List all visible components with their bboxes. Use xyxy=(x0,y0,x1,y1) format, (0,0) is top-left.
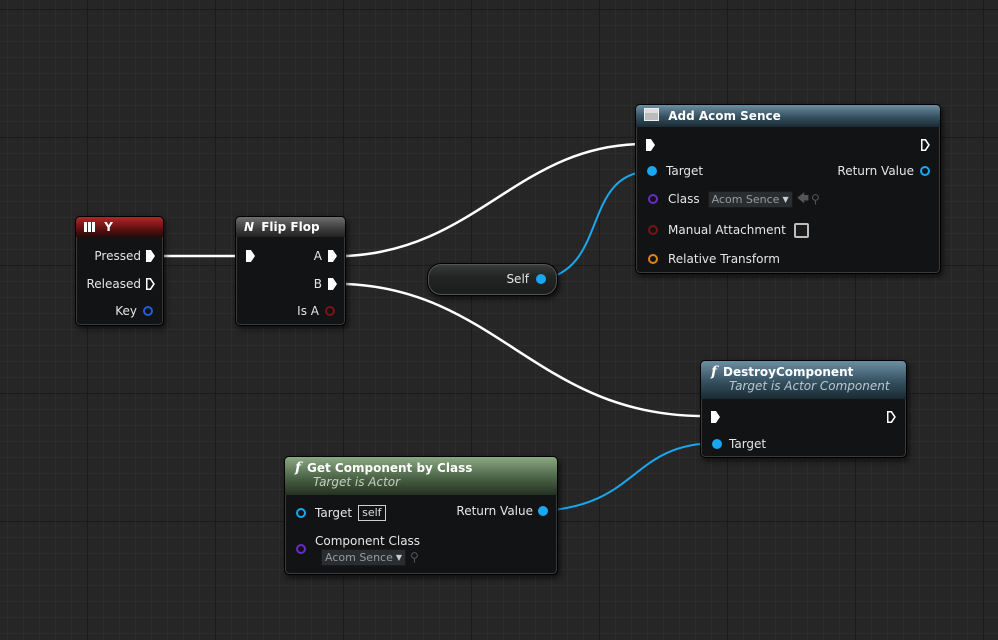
wire-getcomp-destroy-target xyxy=(541,442,717,512)
add-acom-sence-node[interactable]: Add Acom Sence Target Return Value Class… xyxy=(635,104,941,274)
destroy-component-title: DestroyComponent xyxy=(723,365,854,379)
getcomp-target-self-box[interactable]: self xyxy=(358,505,386,521)
chevron-down-icon: ▼ xyxy=(782,194,789,204)
getcomp-return-label: Return Value xyxy=(456,504,533,518)
get-component-title: Get Component by Class xyxy=(307,461,473,475)
destroy-target-label: Target xyxy=(729,437,767,451)
add-acom-class-value: Acom Sence xyxy=(711,192,780,206)
b-pin-row[interactable]: B xyxy=(314,275,337,293)
use-selected-arrow-icon[interactable]: 🡄 xyxy=(797,189,809,210)
getcomp-target-pin[interactable] xyxy=(296,508,306,518)
manual-attachment-checkbox[interactable] xyxy=(793,222,809,238)
input-key-y-node[interactable]: Y Pressed Released Key xyxy=(75,216,164,326)
get-component-subtitle: Target is Actor xyxy=(313,475,401,489)
b-exec-pin[interactable] xyxy=(328,278,337,290)
add-acom-target-label: Target xyxy=(666,164,704,178)
getcomp-target-row[interactable]: Target self xyxy=(296,504,386,522)
destroy-exec-out-pin[interactable] xyxy=(887,411,896,423)
a-label: A xyxy=(313,249,322,263)
flipflop-icon: N xyxy=(244,220,255,234)
is-a-pin[interactable] xyxy=(325,306,335,316)
pressed-pin-row[interactable]: Pressed xyxy=(94,247,155,265)
add-acom-exec-out-pin[interactable] xyxy=(921,139,930,151)
getcomp-class-value: Acom Sence xyxy=(325,550,393,564)
function-icon: f xyxy=(711,364,718,380)
add-acom-sence-header[interactable]: Add Acom Sence xyxy=(636,105,940,127)
getcomp-class-dropdown[interactable]: Acom Sence ▼ xyxy=(321,548,407,566)
add-acom-class-label: Class xyxy=(668,192,700,206)
key-pin-row[interactable]: Key xyxy=(115,302,153,320)
pressed-exec-pin[interactable] xyxy=(146,250,155,262)
add-acom-sence-title: Add Acom Sence xyxy=(668,109,781,123)
getcomp-return-row[interactable]: Return Value xyxy=(456,502,547,520)
destroy-component-header[interactable]: f DestroyComponent Target is Actor Compon… xyxy=(701,361,906,399)
add-acom-return-pin[interactable] xyxy=(920,166,930,176)
flip-flop-header[interactable]: N Flip Flop xyxy=(236,217,345,237)
add-acom-target-pin[interactable] xyxy=(648,167,656,175)
exec-wire-b-destroy xyxy=(345,282,713,418)
destroy-exec-out-row[interactable] xyxy=(887,408,896,426)
flip-flop-title: Flip Flop xyxy=(261,220,320,234)
input-key-y-header[interactable]: Y xyxy=(76,217,163,237)
add-acom-exec-in-pin[interactable] xyxy=(646,139,655,151)
released-exec-pin[interactable] xyxy=(146,278,155,290)
destroy-target-pin[interactable] xyxy=(713,440,721,448)
getcomp-return-pin[interactable] xyxy=(539,507,547,515)
destroy-exec-in-row[interactable] xyxy=(711,408,720,426)
self-pin-row[interactable]: Self xyxy=(506,270,545,288)
destroy-exec-in-pin[interactable] xyxy=(711,411,720,423)
getcomp-class-label: Component Class xyxy=(315,534,421,548)
getcomp-class-pin-row[interactable] xyxy=(296,540,306,558)
add-acom-manual-pin[interactable] xyxy=(648,225,658,235)
exec-wire-a-addacom xyxy=(345,142,653,258)
destroy-component-node[interactable]: f DestroyComponent Target is Actor Compon… xyxy=(700,360,907,458)
add-acom-return-row[interactable]: Return Value xyxy=(837,162,930,180)
browse-search-icon[interactable]: ⚲ xyxy=(410,550,419,564)
key-label: Key xyxy=(115,304,137,318)
getcomp-class-dropdown-row[interactable]: Acom Sence ▼ ⚲ xyxy=(321,548,419,566)
get-component-by-class-node[interactable]: f Get Component by Class Target is Actor … xyxy=(284,456,558,575)
getcomp-target-label: Target xyxy=(315,506,353,520)
flipflop-exec-in-pin[interactable] xyxy=(246,250,255,262)
flipflop-exec-in-row[interactable] xyxy=(246,247,255,265)
add-acom-exec-in-row[interactable] xyxy=(646,136,655,154)
self-node[interactable]: Self xyxy=(427,263,558,296)
input-key-y-title: Y xyxy=(104,220,113,234)
destroy-component-subtitle: Target is Actor Component xyxy=(729,379,890,393)
add-acom-transform-label: Relative Transform xyxy=(668,252,780,266)
get-component-header[interactable]: f Get Component by Class Target is Actor xyxy=(285,457,557,495)
function-icon: f xyxy=(295,460,302,476)
add-acom-transform-pin[interactable] xyxy=(648,254,658,264)
released-label: Released xyxy=(86,277,141,291)
add-acom-return-label: Return Value xyxy=(837,164,914,178)
destroy-target-row[interactable]: Target xyxy=(713,435,766,453)
add-acom-target-row[interactable]: Target xyxy=(648,162,703,180)
add-acom-class-pin[interactable] xyxy=(648,194,658,204)
self-label: Self xyxy=(506,272,529,286)
keyboard-icon xyxy=(84,222,96,232)
add-acom-class-dropdown[interactable]: Acom Sence ▼ xyxy=(707,190,793,208)
add-acom-manual-label: Manual Attachment xyxy=(668,223,786,237)
key-pin[interactable] xyxy=(143,306,153,316)
a-pin-row[interactable]: A xyxy=(314,247,337,265)
pressed-label: Pressed xyxy=(94,249,141,263)
add-acom-transform-row[interactable]: Relative Transform xyxy=(648,250,780,268)
self-output-pin[interactable] xyxy=(537,275,545,283)
chevron-down-icon: ▼ xyxy=(395,552,403,562)
b-label: B xyxy=(313,277,322,291)
add-acom-class-row[interactable]: Class Acom Sence ▼ 🡄 ⚲ xyxy=(648,190,820,208)
getcomp-class-pin[interactable] xyxy=(296,544,306,554)
browse-search-icon[interactable]: ⚲ xyxy=(811,192,820,206)
flip-flop-node[interactable]: N Flip Flop A B Is A xyxy=(235,216,346,326)
a-exec-pin[interactable] xyxy=(328,250,337,262)
add-acom-exec-out-row[interactable] xyxy=(921,136,930,154)
released-pin-row[interactable]: Released xyxy=(86,275,155,293)
is-a-label: Is A xyxy=(297,304,319,318)
component-icon xyxy=(644,108,659,121)
add-acom-manual-row[interactable]: Manual Attachment xyxy=(648,221,809,239)
is-a-pin-row[interactable]: Is A xyxy=(297,302,335,320)
